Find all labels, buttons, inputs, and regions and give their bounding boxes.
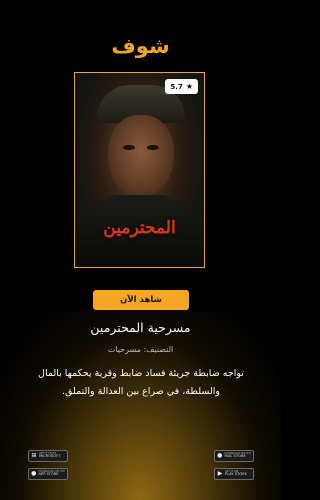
microsoft-store-badge[interactable]: ⊞ GET IT FROM MICROSOFT: [28, 450, 68, 462]
poster-title-art: المحترمين: [103, 218, 176, 238]
mac-badge-name: MAC STORE: [224, 454, 246, 459]
microsoft-badge-text: GET IT FROM MICROSOFT: [39, 452, 61, 460]
app-logo[interactable]: شوف: [0, 34, 281, 58]
watch-now-button[interactable]: شاهد الآن: [93, 290, 189, 310]
show-category: التصنيف: مسرحيات: [107, 345, 174, 354]
app-store-badge-text: DOWNLOAD ON THE APP STORE: [38, 470, 65, 478]
app-store-badge[interactable]: ● DOWNLOAD ON THE APP STORE: [28, 468, 68, 480]
apple-icon: ●: [31, 470, 37, 477]
mac-store-badge[interactable]: ● DOWNLOAD ON THE MAC STORE: [214, 450, 254, 462]
play-store-badge[interactable]: ▶ GET IT ON PLAY STORE: [214, 468, 254, 480]
app-store-badge-name: APP STORE: [38, 472, 59, 477]
apple-icon: ●: [217, 452, 223, 459]
show-title: مسرحية المحترمين: [90, 320, 191, 335]
show-description: تواجه ضابطة جريئة فساد ضابط وقرية يحكمها…: [38, 368, 244, 397]
rating-value: 5.7: [170, 82, 183, 91]
play-badge-name: PLAY STORE: [225, 472, 247, 477]
rating-badge: 5.7 ★: [165, 79, 198, 94]
show-poster[interactable]: المحترمين 5.7 ★: [74, 72, 205, 268]
poster-eye-right: [147, 145, 159, 150]
play-icon: ▶: [217, 470, 223, 477]
mac-badge-text: DOWNLOAD ON THE MAC STORE: [224, 452, 251, 460]
windows-icon: ⊞: [31, 452, 37, 459]
poster-face: [108, 115, 174, 197]
star-icon: ★: [185, 82, 193, 91]
poster-eye-left: [123, 145, 135, 150]
store-badges: ⊞ GET IT FROM MICROSOFT ● DOWNLOAD ON TH…: [28, 450, 254, 482]
play-badge-text: GET IT ON PLAY STORE: [225, 470, 247, 478]
microsoft-badge-name: MICROSOFT: [39, 454, 61, 459]
